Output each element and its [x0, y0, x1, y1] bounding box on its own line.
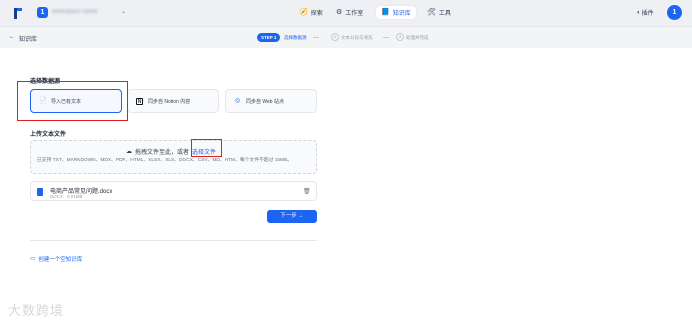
back-button[interactable]: ← 知识库 — [9, 34, 37, 43]
uploaded-file-item[interactable]: 电商产品常见问题.docx DOCX · 0.01MB 🗑 — [30, 181, 317, 201]
nav-label: 工作室 — [345, 11, 364, 17]
highlight-box-select-file — [191, 139, 222, 157]
source-notion-sync[interactable]: N 同步自 Notion 内容 — [127, 89, 219, 113]
create-empty-label: 创建一个空知识库 — [38, 257, 83, 263]
step-header: ← 知识库 STEP 1 选择数据源 2 文本分段与清洗 3 处理并完成 — [0, 28, 692, 48]
plugin-label: 插件 — [641, 11, 654, 17]
app-logo-icon[interactable] — [14, 8, 22, 19]
upload-section-title: 上传文本文件 — [30, 132, 67, 138]
step-divider — [313, 37, 319, 38]
folder-icon: ▭ — [30, 256, 36, 262]
source-web-sync[interactable]: ◎ 同步自 Web 站点 — [225, 89, 317, 113]
step-3-label: 处理并完成 — [406, 35, 429, 40]
plugin-icon: ◑ — [636, 9, 640, 16]
cloud-upload-icon: ☁ — [126, 149, 132, 155]
step-1-badge: STEP 1 — [257, 33, 281, 42]
arrow-left-icon: ← — [9, 34, 15, 40]
file-meta: DOCX · 0.01MB — [50, 194, 83, 199]
watermark-logo: 大数跨境 — [8, 303, 65, 318]
notion-icon: N — [136, 97, 143, 105]
nav-tools[interactable]: 🛠 工具 — [427, 6, 451, 19]
highlight-box-source — [17, 81, 128, 121]
file-dropzone[interactable]: ☁ 拖拽文件至此，或者 选择文件 已支持 TXT、MARKDOWN、MDX、PD… — [30, 140, 317, 174]
divider — [30, 240, 317, 241]
nav-label: 知识库 — [392, 11, 411, 17]
supported-formats-text: 已支持 TXT、MARKDOWN、MDX、PDF、HTML、XLSX、XLS、D… — [37, 158, 293, 163]
step-2-label: 文本分段与清洗 — [341, 35, 373, 40]
workspace-name[interactable]: workspace name — [52, 9, 97, 15]
nav-explore[interactable]: 🧭 探索 — [299, 6, 323, 19]
chevron-down-icon[interactable]: ⌄ — [121, 8, 126, 15]
web-icon: ◎ — [234, 97, 241, 104]
step-3-number: 3 — [396, 33, 404, 41]
step-divider — [383, 37, 389, 38]
studio-icon: ⚙ — [336, 9, 343, 16]
source-label: 同步自 Notion 内容 — [148, 98, 191, 105]
next-step-button[interactable]: 下一步 → — [267, 210, 317, 223]
nav-label: 工具 — [438, 11, 451, 17]
source-label: 同步自 Web 站点 — [246, 98, 284, 105]
step-2-number: 2 — [331, 33, 339, 41]
nav-label: 探索 — [310, 11, 323, 17]
nav-knowledge[interactable]: 📘 知识库 — [376, 6, 416, 19]
drop-text: 拖拽文件至此，或者 — [135, 150, 190, 156]
tools-icon: 🛠 — [427, 9, 436, 16]
nav-studio[interactable]: ⚙ 工作室 — [336, 6, 363, 19]
workspace-badge[interactable]: 1 — [37, 7, 48, 18]
docx-file-icon — [37, 188, 43, 196]
top-navigation-bar: 1 workspace name ⌄ 🧭 探索 ⚙ 工作室 📘 知识库 🛠 工具… — [0, 0, 692, 27]
compass-icon: 🧭 — [299, 9, 308, 16]
avatar[interactable]: 1 — [667, 5, 682, 20]
back-label: 知识库 — [19, 37, 38, 43]
create-empty-knowledge-link[interactable]: ▭ 创建一个空知识库 — [30, 255, 82, 263]
plugins-button[interactable]: ◑ 插件 — [636, 8, 654, 18]
book-icon: 📘 — [381, 9, 390, 16]
step-1-label: 选择数据源 — [284, 35, 307, 40]
trash-icon[interactable]: 🗑 — [303, 188, 311, 195]
